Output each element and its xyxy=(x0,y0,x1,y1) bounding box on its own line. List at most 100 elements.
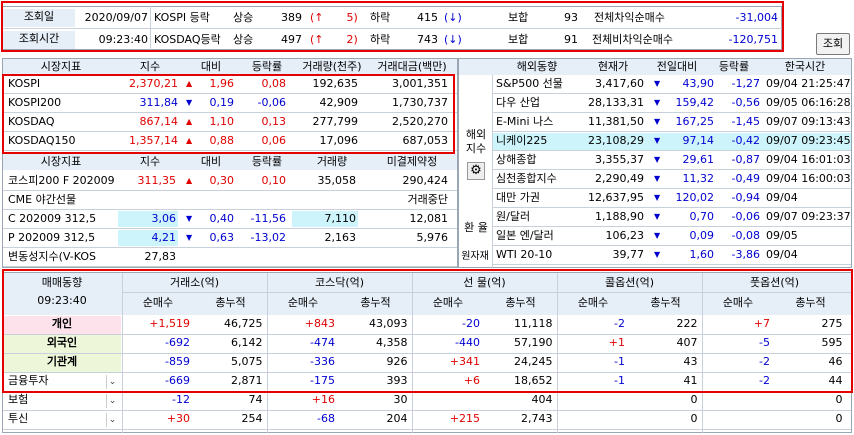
trade-cell: 57,190 xyxy=(514,336,553,349)
chevron-down-icon[interactable]: ⌄ xyxy=(106,375,118,389)
deriv-row-sign: ▼ xyxy=(186,233,193,242)
trade-sub-net: 순매수 xyxy=(287,296,319,309)
overseas-row-time: 09/04 xyxy=(766,248,798,261)
market-row-volume: 17,096 xyxy=(319,134,359,147)
overseas-row-change: 120,02 xyxy=(675,191,715,204)
overseas-row-rate: -3,86 xyxy=(731,248,760,261)
market-row-rate: -0,06 xyxy=(257,96,286,109)
deriv-row-oi: 5,976 xyxy=(416,231,449,244)
market-row-name[interactable]: KOSPI200 xyxy=(8,95,61,111)
trade-cell: +341 xyxy=(449,355,480,368)
chevron-down-icon[interactable]: ⌄ xyxy=(106,394,118,408)
deriv-row-name[interactable]: 변동성지수(V-KOS xyxy=(8,249,96,265)
market-row-amount: 2,520,270 xyxy=(392,115,448,128)
kospi-down-label: 하락 xyxy=(370,11,391,24)
trade-cell: 393 xyxy=(386,374,408,387)
overseas-row-sign: ▼ xyxy=(654,174,661,183)
trade-cell: -336 xyxy=(310,355,335,368)
trade-cell: 204 xyxy=(386,412,408,425)
trade-cell: -2 xyxy=(759,374,770,387)
overseas-row-change: 159,42 xyxy=(675,96,715,109)
deriv-row-name[interactable]: P 202009 312,5 xyxy=(8,230,95,246)
overseas-row-change: 1,60 xyxy=(689,248,715,261)
overseas-row-name[interactable]: 원/달러 xyxy=(496,209,530,225)
query-button[interactable]: 조회 xyxy=(816,33,850,55)
overseas-row-change: 0,09 xyxy=(689,229,715,242)
overseas-row-rate: -0,87 xyxy=(731,153,760,166)
trade-row-name[interactable]: 개인 xyxy=(3,316,121,332)
overseas-row-name[interactable]: E-Mini 나스 xyxy=(496,114,553,130)
market-row-sign: ▼ xyxy=(186,98,193,107)
market-row-volume: 192,635 xyxy=(312,77,359,90)
trade-cell: +1 xyxy=(608,336,625,349)
trade-cell: +215 xyxy=(449,412,480,425)
market-row-rate: 0,08 xyxy=(261,77,287,90)
market-row-name[interactable]: KOSDAQ xyxy=(8,114,55,130)
overseas-row-price: 39,77 xyxy=(612,248,645,261)
trade-cell: -1 xyxy=(614,374,625,387)
trade-sub-total: 총누적 xyxy=(650,296,681,309)
overseas-row-sign: ▼ xyxy=(654,136,661,145)
overseas-row-name[interactable]: 대만 가권 xyxy=(496,190,540,206)
deriv-row-sign: ▲ xyxy=(186,176,193,185)
trade-cell: 4,358 xyxy=(376,336,408,349)
trade-cell: 275 xyxy=(821,317,843,330)
trade-row-name[interactable]: 보험 xyxy=(8,392,28,408)
deriv-row-name[interactable]: 코스피200 F 202009 xyxy=(8,173,115,189)
overseas-row-price: 12,637,95 xyxy=(588,191,644,204)
deriv-row-change: 0,30 xyxy=(209,174,235,187)
trade-row-name[interactable]: 기관계 xyxy=(3,354,121,370)
kospi-up-label: 상승 xyxy=(233,11,254,24)
non-arbitrage-value: -120,751 xyxy=(728,33,778,46)
overseas-row-name[interactable]: 상해종합 xyxy=(496,152,536,168)
trade-cell: 222 xyxy=(676,317,698,330)
trade-cell: +16 xyxy=(311,393,335,406)
trade-sub-total: 총누적 xyxy=(795,296,826,309)
kospi-breadth-label: KOSPI 등락 xyxy=(154,11,210,24)
trade-cell: 18,652 xyxy=(514,374,553,387)
overseas-row-name[interactable]: 일본 엔/달러 xyxy=(496,228,554,244)
kosdaq-flat-count: 91 xyxy=(564,33,578,46)
non-arbitrage-label: 전체비차익순매수 xyxy=(592,33,673,46)
overseas-row-name[interactable]: 심천종합지수 xyxy=(496,171,557,187)
trade-sub-net: 순매수 xyxy=(722,296,754,309)
overseas-row-time: 09/07 09:23:45 xyxy=(766,134,851,147)
overseas-row-change: 167,25 xyxy=(675,115,715,128)
market-row-name[interactable]: KOSPI xyxy=(8,76,40,92)
overseas-row-name[interactable]: WTI 20-10 xyxy=(496,247,552,263)
trade-cell: -2 xyxy=(759,355,770,368)
deriv-row-name[interactable]: CME 야간선물 xyxy=(8,192,76,208)
trade-row-name[interactable]: 금융투자 xyxy=(8,373,48,389)
overseas-row-name[interactable]: 니케이225 xyxy=(496,133,547,149)
market-row-name[interactable]: KOSDAQ150 xyxy=(8,133,76,149)
trade-cell: -5 xyxy=(759,336,770,349)
kospi-up-count: 389 xyxy=(281,11,302,24)
deriv-row-volume: 7,110 xyxy=(292,211,358,227)
market-row-change: 1,96 xyxy=(209,77,235,90)
trade-cell: 2,871 xyxy=(231,374,263,387)
trade-title: 매매동향 xyxy=(41,276,83,289)
trade-row-name[interactable]: 투신 xyxy=(8,411,28,427)
trade-cell: +1,519 xyxy=(149,317,190,330)
market-row-change: 0,19 xyxy=(209,96,235,109)
settings-gear-icon[interactable]: ⚙ xyxy=(467,162,485,180)
overseas-row-sign: ▼ xyxy=(654,79,661,88)
trade-group-header: 코스닥(억) xyxy=(314,276,365,289)
trade-row-name[interactable]: 외국인 xyxy=(3,335,121,351)
chevron-down-icon[interactable]: ⌄ xyxy=(106,413,118,427)
trade-cell: 44 xyxy=(828,374,843,387)
trade-cell: -669 xyxy=(165,374,190,387)
trade-cell: -474 xyxy=(310,336,335,349)
overseas-row-name[interactable]: 다우 산업 xyxy=(496,95,540,111)
deriv-row-name[interactable]: C 202009 312,5 xyxy=(8,211,96,227)
overseas-row-change: 43,90 xyxy=(682,77,715,90)
trade-time: 09:23:40 xyxy=(37,294,87,307)
overseas-row-price: 1,188,90 xyxy=(595,210,644,223)
overseas-row-name[interactable]: S&P500 선물 xyxy=(496,76,563,92)
trade-cell: 0 xyxy=(835,393,843,406)
overseas-row-time: 09/05 06:16:28 xyxy=(766,96,851,109)
trade-sub-total: 총누적 xyxy=(505,296,536,309)
deriv-row-index: 27,83 xyxy=(144,250,177,263)
trade-group-header: 거래소(억) xyxy=(169,276,220,289)
market-row-index: 311,84 xyxy=(139,96,179,109)
